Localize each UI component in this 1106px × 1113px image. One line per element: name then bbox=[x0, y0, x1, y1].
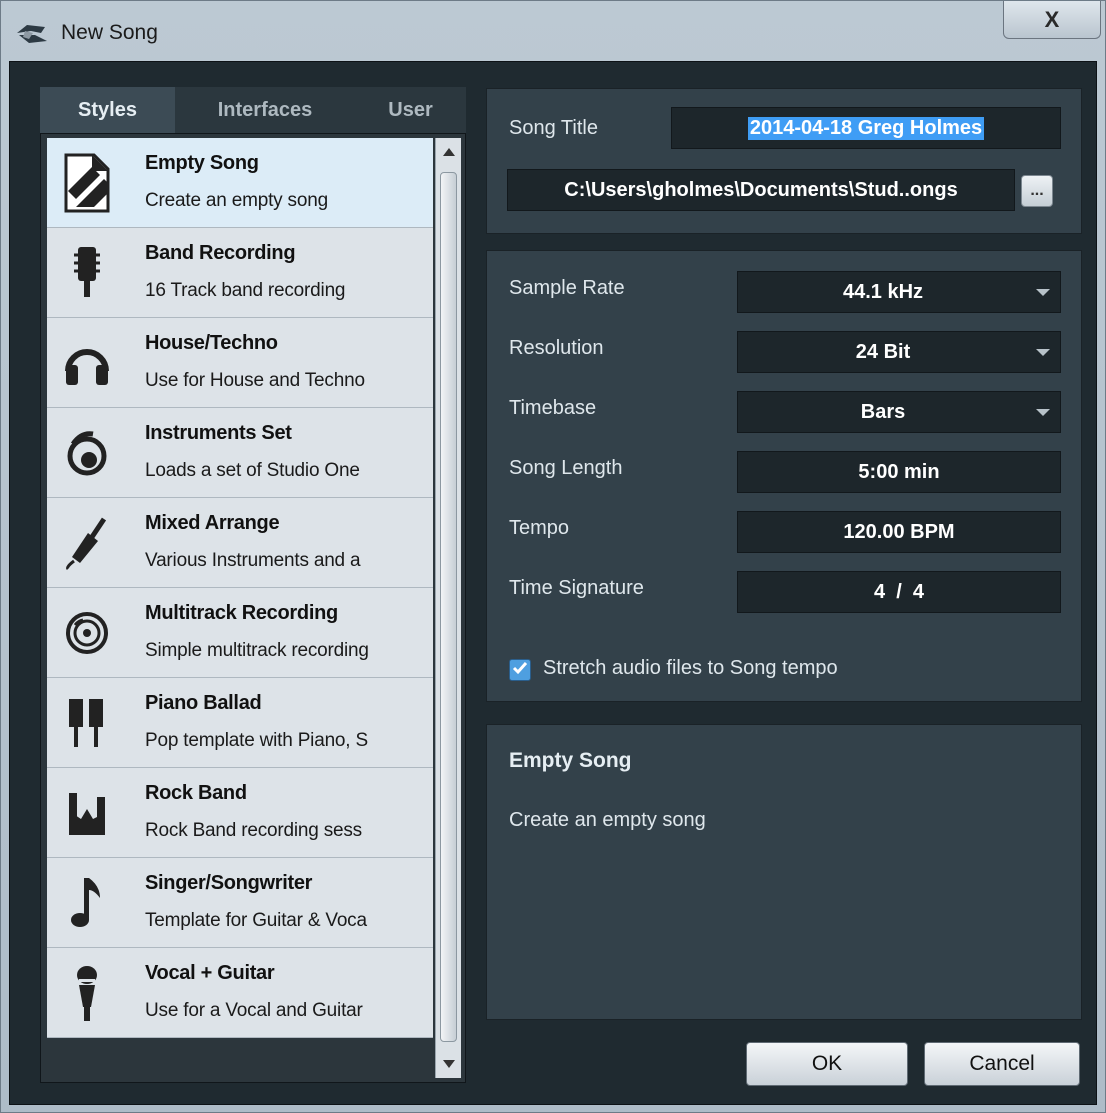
vocal-mic-icon bbox=[63, 962, 111, 1024]
chevron-down-icon bbox=[1036, 409, 1050, 416]
triangle-up-icon bbox=[442, 143, 455, 161]
template-name: House/Techno bbox=[145, 332, 278, 354]
template-name: Mixed Arrange bbox=[145, 512, 280, 534]
template-description: Simple multitrack recording bbox=[145, 640, 369, 661]
resolution-value: 24 Bit bbox=[855, 340, 911, 363]
timebase-label: Timebase bbox=[509, 397, 597, 419]
window-title: New Song bbox=[61, 21, 158, 44]
template-item-piano-ballad[interactable]: Piano Ballad Pop template with Piano, S bbox=[47, 678, 433, 768]
chevron-down-icon bbox=[1036, 289, 1050, 296]
resolution-label: Resolution bbox=[509, 337, 604, 359]
time-signature-label: Time Signature bbox=[509, 577, 644, 599]
new-song-dialog: New Song X Styles Interfaces User Empty … bbox=[0, 0, 1106, 1113]
template-description: Loads a set of Studio One bbox=[145, 460, 360, 481]
template-name: Piano Ballad bbox=[145, 692, 262, 714]
tab-interfaces[interactable]: Interfaces bbox=[175, 87, 355, 133]
studio-one-app-icon bbox=[15, 21, 49, 49]
sample-rate-dropdown[interactable]: 44.1 kHz bbox=[737, 271, 1061, 313]
music-note-icon bbox=[63, 872, 111, 934]
song-path-field[interactable]: C:\Users\gholmes\Documents\Stud..ongs bbox=[507, 169, 1015, 211]
template-name: Multitrack Recording bbox=[145, 602, 338, 624]
cable-icon bbox=[63, 512, 111, 574]
template-item-band-recording[interactable]: Band Recording 16 Track band recording bbox=[47, 228, 433, 318]
template-name: Singer/Songwriter bbox=[145, 872, 313, 894]
song-length-field[interactable]: 5:00 min bbox=[737, 451, 1061, 493]
template-item-rock-band[interactable]: Rock Band Rock Band recording sess bbox=[47, 768, 433, 858]
template-description: Rock Band recording sess bbox=[145, 820, 362, 841]
song-title-label: Song Title bbox=[509, 117, 598, 139]
close-button[interactable]: X bbox=[1003, 1, 1101, 39]
time-signature-field[interactable]: 4 / 4 bbox=[737, 571, 1061, 613]
resolution-dropdown[interactable]: 24 Bit bbox=[737, 331, 1061, 373]
sample-rate-value: 44.1 kHz bbox=[842, 280, 924, 303]
template-description: 16 Track band recording bbox=[145, 280, 346, 301]
chevron-down-icon bbox=[1036, 349, 1050, 356]
template-info-title: Empty Song bbox=[509, 749, 632, 772]
template-description: Template for Guitar & Voca bbox=[145, 910, 367, 931]
stretch-audio-checkbox[interactable] bbox=[509, 659, 531, 681]
template-item-house-techno[interactable]: House/Techno Use for House and Techno bbox=[47, 318, 433, 408]
scroll-thumb[interactable] bbox=[440, 172, 457, 1042]
template-item-mixed-arrange[interactable]: Mixed Arrange Various Instruments and a bbox=[47, 498, 433, 588]
timebase-value: Bars bbox=[860, 400, 906, 423]
stretch-audio-label[interactable]: Stretch audio files to Song tempo bbox=[543, 657, 838, 680]
instruments-icon bbox=[63, 422, 111, 484]
tab-styles[interactable]: Styles bbox=[40, 87, 175, 133]
template-item-vocal-guitar[interactable]: Vocal + Guitar Use for a Vocal and Guita… bbox=[47, 948, 433, 1038]
sample-rate-label: Sample Rate bbox=[509, 277, 625, 299]
song-title-input[interactable]: 2014-04-18 Greg Holmes bbox=[671, 107, 1061, 149]
template-description: Use for a Vocal and Guitar bbox=[145, 1000, 363, 1021]
template-item-multitrack-recording[interactable]: Multitrack Recording Simple multitrack r… bbox=[47, 588, 433, 678]
template-list: Empty Song Create an empty song Band Rec… bbox=[40, 133, 466, 1083]
song-length-label: Song Length bbox=[509, 457, 623, 479]
song-settings-panel: Sample Rate 44.1 kHz Resolution 24 Bit T… bbox=[486, 250, 1082, 702]
template-name: Vocal + Guitar bbox=[145, 962, 275, 984]
template-list-items: Empty Song Create an empty song Band Rec… bbox=[47, 138, 433, 1078]
template-name: Instruments Set bbox=[145, 422, 292, 444]
template-item-empty-song[interactable]: Empty Song Create an empty song bbox=[47, 138, 433, 228]
cancel-button[interactable]: Cancel bbox=[924, 1042, 1080, 1086]
scroll-up-button[interactable] bbox=[436, 138, 461, 166]
template-description: Use for House and Techno bbox=[145, 370, 365, 391]
headphones-icon bbox=[63, 332, 111, 394]
template-info-panel: Empty Song Create an empty song bbox=[486, 724, 1082, 1020]
template-item-singer-songwriter[interactable]: Singer/Songwriter Template for Guitar & … bbox=[47, 858, 433, 948]
template-name: Rock Band bbox=[145, 782, 247, 804]
template-description: Various Instruments and a bbox=[145, 550, 361, 571]
browse-button[interactable]: ... bbox=[1021, 175, 1053, 207]
template-name: Empty Song bbox=[145, 152, 259, 174]
song-title-value: 2014-04-18 Greg Holmes bbox=[747, 116, 985, 140]
title-bar[interactable]: New Song X bbox=[1, 1, 1105, 57]
ok-button[interactable]: OK bbox=[746, 1042, 908, 1086]
template-tabs: Styles Interfaces User bbox=[40, 87, 466, 133]
template-description: Create an empty song bbox=[145, 190, 328, 211]
rock-hand-icon bbox=[63, 782, 111, 844]
timebase-dropdown[interactable]: Bars bbox=[737, 391, 1061, 433]
scroll-down-button[interactable] bbox=[436, 1050, 461, 1078]
empty-song-icon bbox=[63, 152, 111, 214]
dialog-body: Styles Interfaces User Empty Song Create… bbox=[9, 61, 1097, 1105]
template-item-instruments-set[interactable]: Instruments Set Loads a set of Studio On… bbox=[47, 408, 433, 498]
triangle-down-icon bbox=[442, 1055, 455, 1073]
checkmark-icon bbox=[512, 661, 528, 680]
disc-icon bbox=[63, 602, 111, 664]
template-name: Band Recording bbox=[145, 242, 296, 264]
microphone-icon bbox=[63, 242, 111, 304]
tempo-field[interactable]: 120.00 BPM bbox=[737, 511, 1061, 553]
tab-user[interactable]: User bbox=[355, 87, 466, 133]
template-info-description: Create an empty song bbox=[509, 809, 706, 831]
template-description: Pop template with Piano, S bbox=[145, 730, 368, 751]
close-icon: X bbox=[1044, 6, 1060, 32]
template-list-scrollbar[interactable] bbox=[435, 138, 461, 1078]
song-details-panel: Song Title 2014-04-18 Greg Holmes C:\Use… bbox=[486, 88, 1082, 234]
tempo-label: Tempo bbox=[509, 517, 570, 539]
piano-keys-icon bbox=[63, 692, 111, 754]
